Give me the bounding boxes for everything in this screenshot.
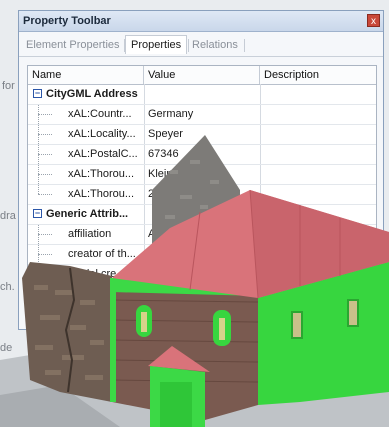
ground-plane (0, 340, 389, 427)
group-row-generic-attributes[interactable]: − Generic Attrib... (28, 204, 376, 225)
group-label: Generic Attrib... (46, 208, 129, 220)
property-row[interactable]: xAL:PostalC... 67346 (28, 144, 376, 165)
tree-connector (38, 154, 52, 155)
column-header-name[interactable]: Name (28, 66, 144, 84)
property-value[interactable]: Germany (148, 104, 258, 124)
background-text: de (0, 342, 13, 354)
tab-element-properties[interactable]: Element Properties (21, 36, 125, 54)
column-header-description[interactable]: Description (260, 66, 376, 84)
property-row[interactable]: affiliation Ar (28, 224, 376, 245)
property-value[interactable]: Ire (148, 244, 258, 264)
property-name: xAL:Thorou... (68, 188, 135, 200)
property-name: xAL:Thorou... (68, 168, 135, 180)
tree-connector (38, 254, 52, 255)
property-row[interactable]: model cre... (28, 264, 376, 285)
property-name: xAL:PostalC... (68, 148, 138, 160)
tab-properties[interactable]: Properties (125, 35, 188, 54)
tree-connector (38, 234, 52, 235)
property-name: xAL:Countr... (68, 108, 132, 120)
property-name: xAL:Locality... (68, 128, 136, 140)
panel-title: Property Toolbar (23, 15, 111, 27)
tree-connector (38, 194, 52, 195)
tree-connector (38, 114, 52, 115)
property-value[interactable]: Kleine ... e (148, 164, 258, 184)
background-text: ch. (0, 281, 15, 293)
collapse-icon[interactable]: − (33, 89, 42, 98)
ground-shadow (0, 385, 120, 427)
property-row[interactable]: xAL:Thorou... Kleine ... e (28, 164, 376, 185)
property-name: model cre... (68, 268, 126, 280)
property-row[interactable]: xAL:Thorou... 22 (28, 184, 376, 205)
background-text: for (2, 80, 15, 92)
property-value[interactable]: Ar (148, 224, 258, 244)
property-grid: Name Value Description − CityGML Address… (27, 65, 377, 327)
background-text: dra (0, 210, 16, 222)
porch-roof (148, 346, 210, 372)
tab-relations[interactable]: Relations (187, 36, 243, 54)
porch-wall (150, 366, 205, 427)
close-icon[interactable]: x (367, 14, 380, 27)
property-name: affiliation (68, 228, 112, 240)
tree-connector (38, 274, 52, 275)
group-row-citygml-address[interactable]: − CityGML Address (28, 84, 376, 105)
collapse-icon[interactable]: − (33, 209, 42, 218)
porch-door (160, 382, 192, 427)
tree-connector (38, 174, 52, 175)
property-row[interactable]: xAL:Locality... Speyer (28, 124, 376, 145)
grid-header: Name Value Description (28, 66, 376, 85)
property-toolbar-panel: Property Toolbar x Element Properties Pr… (18, 10, 384, 330)
property-value[interactable]: 22 (148, 184, 258, 204)
property-name: creator of th... (68, 248, 136, 260)
property-value[interactable]: Speyer (148, 124, 258, 144)
property-row[interactable]: creator of th... Ire (28, 244, 376, 265)
tab-separator (244, 39, 245, 52)
column-header-value[interactable]: Value (144, 66, 260, 84)
group-label: CityGML Address (46, 88, 138, 100)
property-value[interactable] (148, 264, 258, 284)
tree-connector (38, 134, 52, 135)
tab-bar: Element Properties Properties Relations (19, 32, 383, 57)
panel-titlebar[interactable]: Property Toolbar x (19, 11, 383, 32)
property-value[interactable]: 67346 (148, 144, 258, 164)
property-row[interactable]: xAL:Countr... Germany (28, 104, 376, 125)
